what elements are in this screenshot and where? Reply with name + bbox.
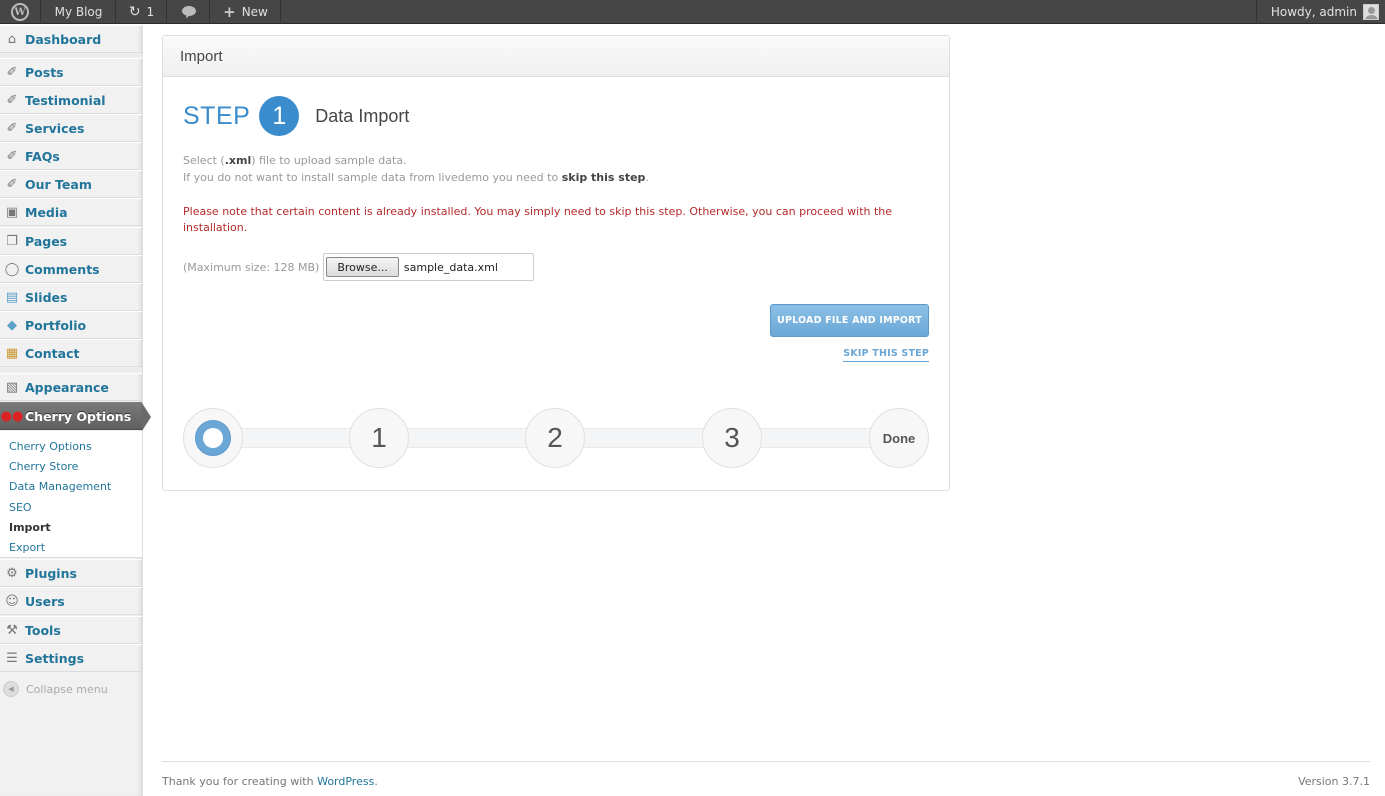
wordpress-link[interactable]: WordPress	[317, 775, 374, 788]
collapse-arrow-icon: ◀	[3, 681, 19, 697]
desc-text: ) file to upload sample data.	[251, 154, 407, 167]
sidebar-item-our-team[interactable]: ✐ Our Team	[0, 170, 142, 198]
max-size-label: (Maximum size: 128 MB)	[183, 260, 320, 274]
wordpress-icon: W	[11, 3, 29, 21]
sidebar-item-users[interactable]: ☺ Users	[0, 587, 142, 615]
panel-header: Import	[163, 36, 949, 77]
refresh-icon: ↻	[128, 4, 141, 20]
submenu-item-cherry-store[interactable]: Cherry Store	[0, 456, 142, 476]
import-panel: Import STEP 1 Data Import Select (.xml) …	[162, 35, 950, 491]
portfolio-icon: ◆	[7, 317, 17, 333]
pages-icon: ❐	[6, 233, 18, 249]
step-name: Data Import	[315, 105, 410, 126]
sidebar-item-posts[interactable]: ✐ Posts	[0, 58, 142, 86]
footer-thanks-suffix: .	[374, 775, 378, 788]
comment-bubble-icon	[181, 6, 196, 19]
progress-node-current	[183, 408, 243, 468]
sidebar-item-settings[interactable]: ☰ Settings	[0, 644, 142, 672]
plugin-icon: ⚙	[6, 565, 18, 581]
upload-row: (Maximum size: 128 MB) Browse... sample_…	[183, 253, 535, 281]
new-label: New	[241, 5, 268, 19]
slides-icon: ▤	[5, 289, 19, 305]
step-heading: STEP 1 Data Import	[183, 96, 409, 136]
avatar	[1363, 4, 1379, 20]
sidebar-item-contact[interactable]: ▦ Contact	[0, 339, 142, 367]
sidebar-item-portfolio[interactable]: ◆ Portfolio	[0, 311, 142, 339]
home-icon: ⌂	[7, 31, 17, 47]
site-name-label: My Blog	[54, 5, 103, 19]
submenu-item-seo[interactable]: SEO	[0, 497, 142, 517]
footer-thanks: Thank you for creating with WordPress.	[162, 775, 378, 788]
admin-sidebar: ⌂ Dashboard ✐ Posts ✐ Testimonial ✐ Serv…	[0, 25, 151, 796]
media-icon: ▣	[5, 204, 19, 220]
submenu-item-import[interactable]: Import	[0, 517, 142, 537]
desc-text: Select (	[183, 154, 225, 167]
desc-emphasis: skip this step	[561, 171, 646, 184]
warning-note: Please note that certain content is alre…	[183, 205, 893, 234]
updates-button[interactable]: ↻ 1	[117, 0, 167, 24]
desc-text: .	[645, 171, 649, 184]
step-word: STEP	[183, 101, 251, 130]
collapse-menu-button[interactable]: ◀ Collapse menu	[3, 681, 108, 697]
plus-icon: +	[223, 3, 236, 21]
submenu-item-data-management[interactable]: Data Management	[0, 477, 142, 497]
browse-button[interactable]: Browse...	[326, 257, 399, 277]
pin-icon: ✐	[6, 92, 18, 108]
submenu-item-export[interactable]: Export	[0, 537, 142, 557]
sidebar-item-plugins[interactable]: ⚙ Plugins	[0, 559, 142, 587]
footer-thanks-text: Thank you for creating with	[162, 775, 318, 788]
sidebar-item-testimonial[interactable]: ✐ Testimonial	[0, 86, 142, 114]
collapse-label: Collapse menu	[26, 682, 108, 696]
users-icon: ☺	[5, 593, 19, 609]
step-description: Select (.xml) file to upload sample data…	[183, 152, 649, 186]
selected-file-name: sample_data.xml	[403, 260, 498, 274]
sidebar-item-tools[interactable]: ⚒ Tools	[0, 616, 142, 644]
sidebar-item-appearance[interactable]: ▧ Appearance	[0, 373, 142, 401]
sidebar-item-media[interactable]: ▣ Media	[0, 198, 142, 226]
skip-step-link[interactable]: SKIP THIS STEP	[843, 348, 929, 362]
sidebar-item-faqs[interactable]: ✐ FAQs	[0, 142, 142, 170]
sidebar-item-pages[interactable]: ❐ Pages	[0, 227, 142, 255]
current-step-ring-icon	[195, 420, 231, 456]
progress-node-2: 2	[525, 408, 585, 468]
new-content-button[interactable]: + New	[211, 0, 281, 24]
cherry-options-submenu: Cherry Options Cherry Store Data Managem…	[0, 431, 142, 558]
sidebar-item-services[interactable]: ✐ Services	[0, 114, 142, 142]
account-menu[interactable]: Howdy, admin	[1256, 0, 1385, 24]
sidebar-item-dashboard[interactable]: ⌂ Dashboard	[0, 25, 142, 53]
appearance-icon: ▧	[5, 379, 19, 395]
progress-track: 1 2 3 Done	[183, 408, 929, 468]
desc-text: If you do not want to install sample dat…	[183, 171, 562, 184]
comments-button[interactable]	[168, 0, 210, 24]
sidebar-item-slides[interactable]: ▤ Slides	[0, 283, 142, 311]
admin-bar: W My Blog ↻ 1 + New Howdy, admin	[0, 0, 1385, 24]
pin-icon: ✐	[6, 176, 18, 192]
upload-and-import-button[interactable]: UPLOAD FILE AND IMPORT	[770, 304, 929, 337]
howdy-label: Howdy, admin	[1270, 5, 1357, 19]
tools-icon: ⚒	[6, 622, 18, 638]
desc-emphasis: .xml	[224, 154, 252, 167]
wordpress-logo-button[interactable]: W	[0, 0, 41, 24]
cherry-icon: ●●	[0, 408, 24, 424]
sidebar-item-cherry-options[interactable]: ●● Cherry Options	[0, 402, 151, 431]
sidebar-item-comments[interactable]: ◯ Comments	[0, 255, 142, 283]
footer: Thank you for creating with WordPress. V…	[162, 761, 1370, 788]
site-name-link[interactable]: My Blog	[42, 0, 116, 24]
progress-node-3: 3	[702, 408, 762, 468]
progress-node-1: 1	[349, 408, 409, 468]
updates-count: 1	[146, 5, 155, 19]
pin-icon: ✐	[6, 64, 18, 80]
version-label: Version 3.7.1	[1298, 775, 1370, 788]
panel-title: Import	[180, 47, 223, 65]
contact-icon: ▦	[5, 345, 19, 361]
submenu-item-cherry-options[interactable]: Cherry Options	[0, 436, 142, 456]
pin-icon: ✐	[6, 148, 18, 164]
file-input[interactable]: Browse... sample_data.xml	[323, 253, 535, 281]
settings-icon: ☰	[6, 650, 18, 666]
comment-icon: ◯	[4, 261, 20, 277]
pin-icon: ✐	[6, 120, 18, 136]
progress-node-done: Done	[869, 408, 929, 468]
step-number-badge: 1	[259, 96, 300, 136]
